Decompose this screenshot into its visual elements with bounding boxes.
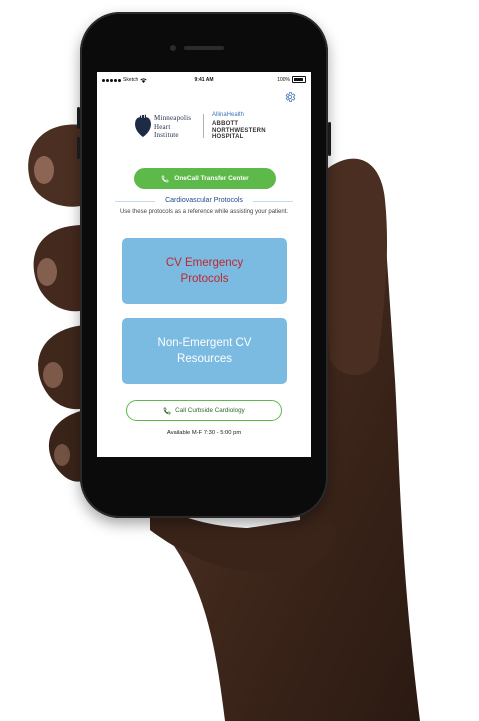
status-bar: Sketch 9:41 AM 100%	[97, 72, 311, 86]
allina-logo: AllinaHealth	[212, 112, 245, 118]
status-right: 100%	[277, 76, 306, 83]
emergency-card-label: CV Emergency Protocols	[165, 257, 244, 285]
title-rule-left	[115, 201, 155, 202]
logo-divider	[203, 114, 204, 138]
mhi-logo: Minneapolis Heart Institute	[132, 112, 202, 142]
call-curbside-cardiology-button[interactable]: Call Curbside Cardiology	[126, 400, 282, 421]
gear-icon[interactable]	[284, 91, 296, 103]
protocols-section-title: Cardiovascular Protocols	[97, 197, 311, 204]
cv-emergency-protocols-card[interactable]: CV Emergency Protocols	[122, 238, 287, 304]
battery-icon	[292, 76, 306, 83]
earpiece-speaker	[184, 46, 224, 50]
onecall-transfer-button[interactable]: OneCall Transfer Center	[134, 168, 276, 189]
protocols-subtitle: Use these protocols as a reference while…	[119, 209, 289, 215]
nonemergent-card-label: Non-Emergent CV Resources	[157, 337, 252, 365]
mhi-logo-text: Minneapolis Heart Institute	[154, 114, 191, 140]
section-title-text: Cardiovascular Protocols	[165, 197, 243, 204]
phone-icon	[163, 407, 171, 414]
app-screen: Sketch 9:41 AM 100% Minneapolis Heart In…	[97, 72, 311, 457]
phone-device: Sketch 9:41 AM 100% Minneapolis Heart In…	[77, 12, 331, 518]
volume-button	[77, 137, 80, 159]
abbott-logo-line: HOSPITAL	[212, 134, 244, 140]
power-button	[328, 122, 331, 156]
mhi-logo-line: Heart	[154, 122, 171, 131]
mhi-logo-line: Institute	[154, 131, 179, 139]
mhi-logo-line: Minneapolis	[154, 114, 192, 122]
battery-percent: 100%	[277, 76, 290, 83]
non-emergent-cv-resources-card[interactable]: Non-Emergent CV Resources	[122, 318, 287, 384]
front-camera	[170, 45, 176, 51]
heart-logo-icon	[135, 114, 151, 137]
abbott-logo: ABBOTT NORTHWESTERN HOSPITAL	[212, 121, 266, 141]
onecall-button-label: OneCall Transfer Center	[174, 175, 249, 182]
phone-icon	[161, 175, 169, 182]
title-rule-right	[253, 201, 293, 202]
volume-button	[77, 107, 80, 129]
partner-logos: Minneapolis Heart Institute AllinaHealth…	[132, 112, 282, 152]
curbside-button-label: Call Curbside Cardiology	[175, 407, 245, 414]
availability-text: Available M-F 7:30 - 5:00 pm	[166, 430, 242, 436]
